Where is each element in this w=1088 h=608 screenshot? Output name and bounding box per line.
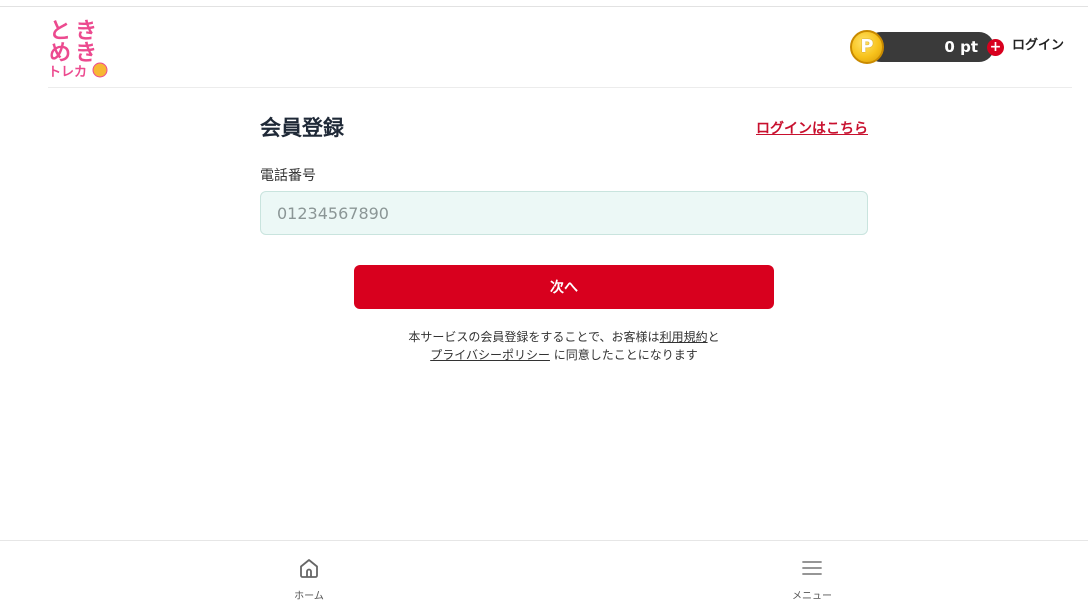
next-button[interactable]: 次へ [354, 265, 774, 309]
nav-label-menu: メニュー [792, 591, 832, 602]
menu-icon [802, 561, 822, 575]
site-logo[interactable]: と き め き トレカ [47, 16, 112, 81]
terms-of-service-link[interactable]: 利用規約 [660, 330, 708, 344]
terms-and: と [707, 330, 720, 344]
logo-graphic: と き め き トレカ [47, 18, 108, 81]
phone-label: 電話番号 [260, 168, 316, 184]
svg-text:き: き [75, 41, 97, 66]
header-login-button[interactable]: ログイン [1012, 37, 1064, 55]
phone-input[interactable] [260, 191, 868, 235]
bottom-nav: ホーム メニュー [0, 540, 1088, 607]
home-icon [300, 559, 318, 578]
page-title: 会員登録 [260, 116, 344, 140]
points-pill: 0 pt [866, 32, 994, 62]
login-here-link[interactable]: ログインはこちら [756, 118, 868, 138]
terms-prefix: 本サービスの会員登録をすることで、お客様は [408, 330, 660, 344]
coin-letter: P [860, 36, 874, 57]
privacy-policy-link[interactable]: プライバシーポリシー [430, 348, 550, 362]
points-value: 0 pt [944, 38, 978, 56]
svg-text:め: め [49, 41, 71, 66]
site-header: と き め き トレカ 0 pt P + ログイン [47, 7, 1072, 88]
nav-label-home: ホーム [294, 591, 324, 602]
nav-item-home[interactable]: ホーム [249, 541, 369, 608]
svg-text:トレカ: トレカ [48, 65, 87, 78]
coin-icon: P [850, 30, 884, 64]
terms-suffix: に同意したことになります [549, 348, 698, 362]
add-points-button[interactable]: + [987, 39, 1004, 56]
points-balance[interactable]: 0 pt P [850, 30, 996, 64]
terms-notice: 本サービスの会員登録をすることで、お客様は利用規約とプライバシーポリシー に同意… [354, 328, 774, 364]
nav-item-menu[interactable]: メニュー [752, 541, 872, 608]
